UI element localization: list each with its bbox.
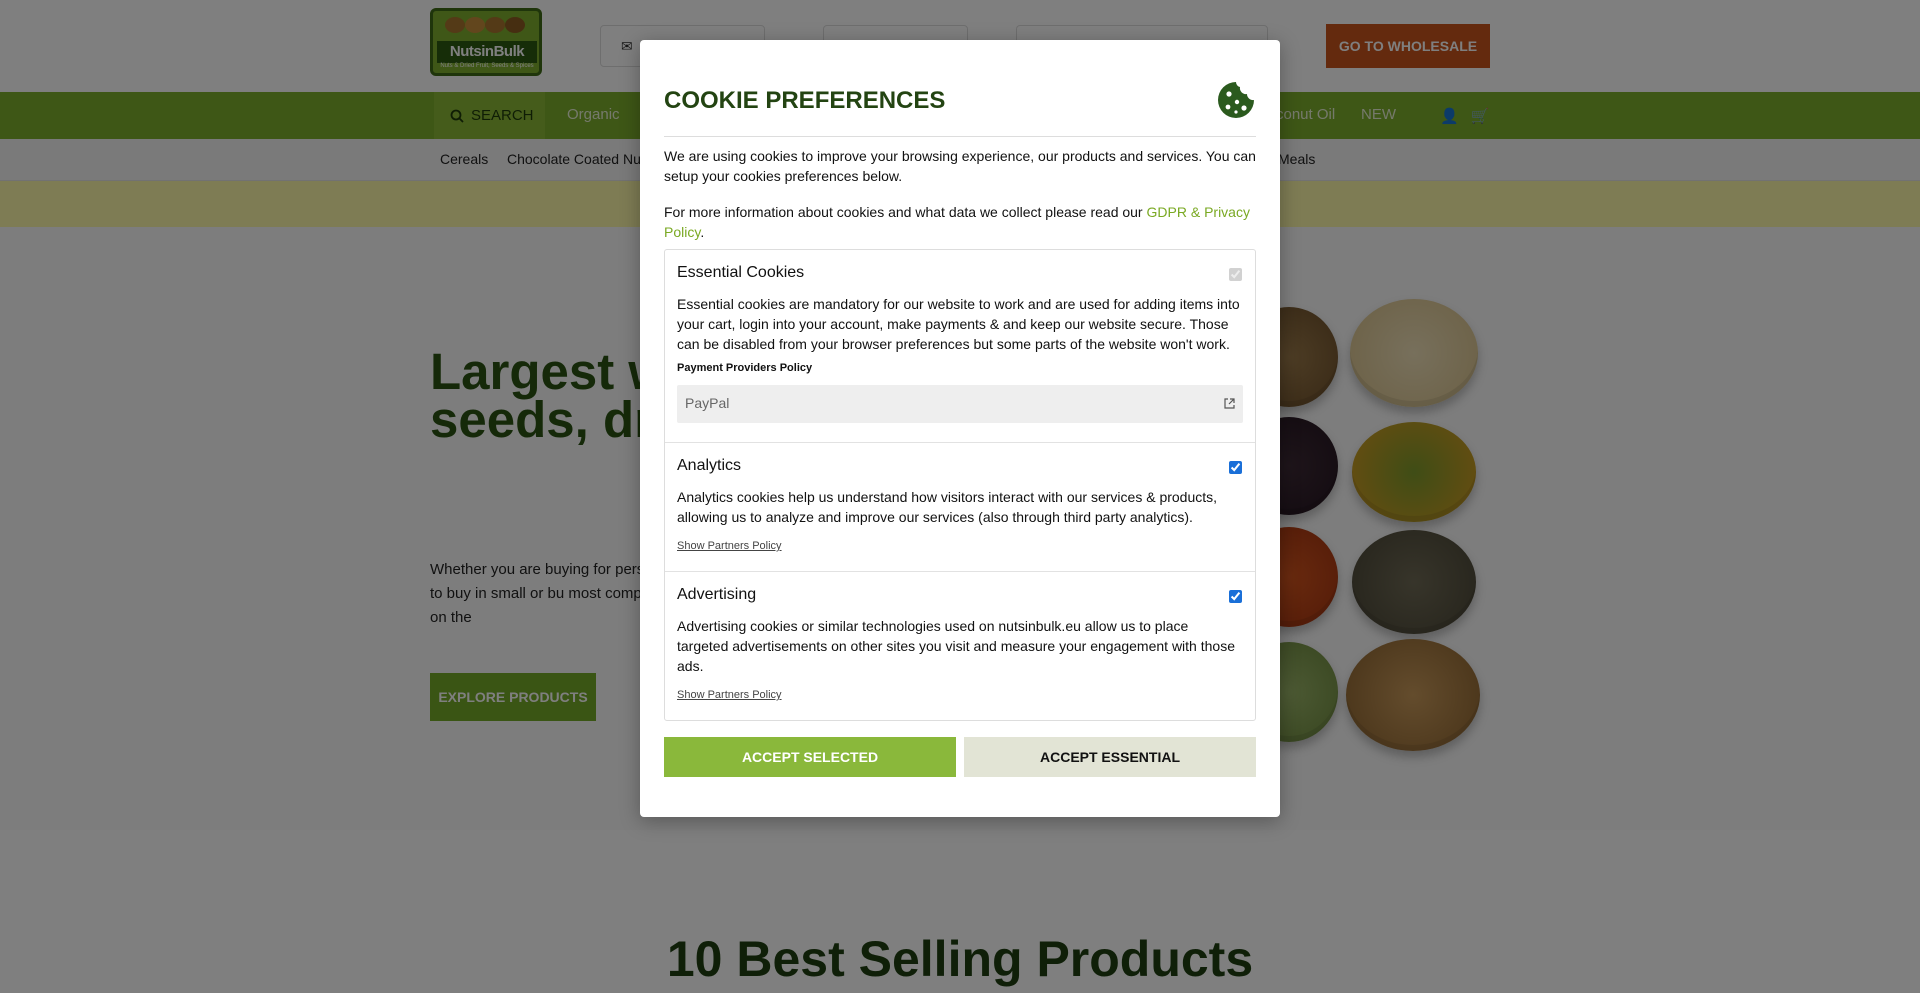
analytics-cookies-checkbox[interactable]	[1229, 461, 1242, 474]
external-link-icon[interactable]	[1224, 398, 1235, 409]
essential-cookies-checkbox[interactable]	[1229, 268, 1242, 281]
modal-title: COOKIE PREFERENCES	[664, 87, 946, 114]
cookie-icon	[1218, 82, 1254, 118]
analytics-cookies-title: Analytics	[677, 457, 742, 474]
modal-divider	[664, 136, 1256, 137]
essential-cookies-description: Essential cookies are mandatory for our …	[677, 296, 1240, 352]
accept-essential-button[interactable]: ACCEPT ESSENTIAL	[964, 737, 1256, 777]
modal-more-info-text: For more information about cookies and w…	[664, 202, 1256, 242]
advertising-cookies-description: Advertising cookies or similar technolog…	[677, 618, 1235, 674]
analytics-cookies-section: Analytics Analytics cookies help us unde…	[665, 443, 1255, 572]
analytics-cookies-description: Analytics cookies help us understand how…	[677, 489, 1218, 525]
more-info-suffix: .	[700, 224, 705, 240]
paypal-provider-label: PayPal	[685, 395, 730, 411]
more-info-prefix: For more information about cookies and w…	[664, 204, 1147, 220]
accept-selected-button[interactable]: ACCEPT SELECTED	[664, 737, 956, 777]
analytics-show-partners-link[interactable]: Show Partners Policy	[677, 540, 782, 552]
advertising-show-partners-link[interactable]: Show Partners Policy	[677, 689, 782, 701]
advertising-cookies-title: Advertising	[677, 586, 757, 603]
payment-providers-label: Payment Providers Policy	[677, 362, 813, 374]
advertising-cookies-checkbox[interactable]	[1229, 590, 1242, 603]
essential-cookies-section: Essential Cookies Essential cookies are …	[665, 250, 1255, 443]
cookie-preferences-modal: COOKIE PREFERENCES We are using cookies …	[640, 40, 1280, 817]
cookie-preferences-list: Essential Cookies Essential cookies are …	[664, 249, 1256, 721]
advertising-cookies-section: Advertising Advertising cookies or simil…	[665, 572, 1255, 720]
modal-intro-text: We are using cookies to improve your bro…	[664, 148, 1256, 184]
paypal-provider-row[interactable]: PayPal	[677, 385, 1243, 423]
essential-cookies-title: Essential Cookies	[677, 264, 805, 281]
